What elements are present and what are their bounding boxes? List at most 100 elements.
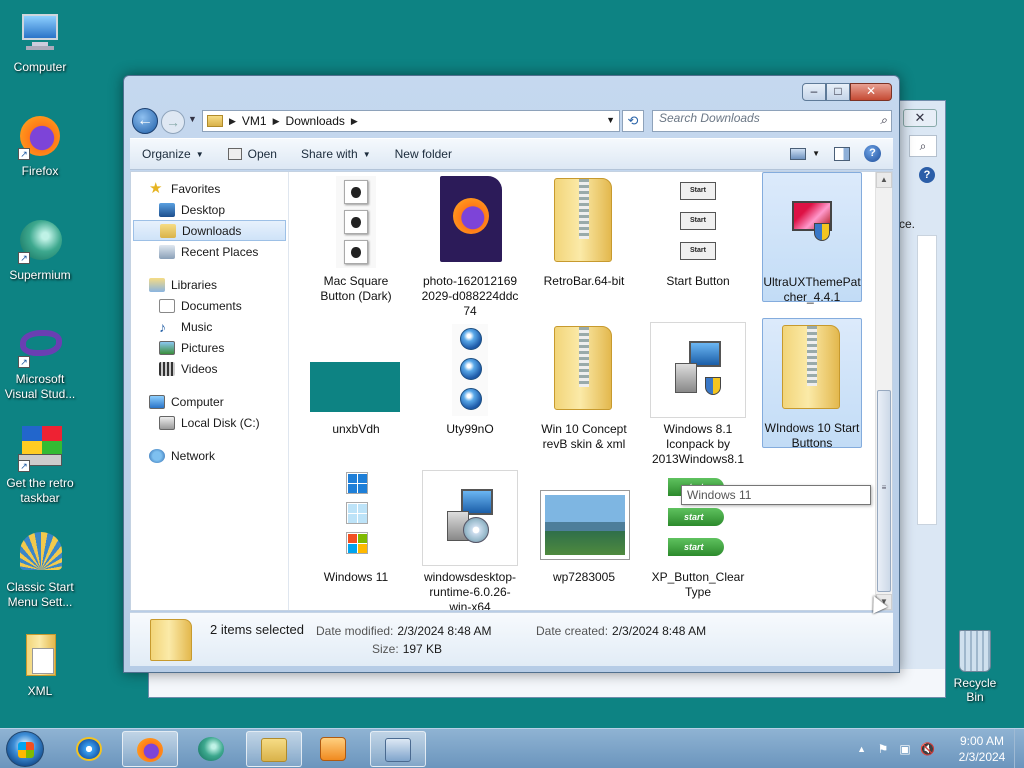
chevron-down-icon[interactable]: ▼	[606, 115, 615, 125]
mac-square-button-icon	[308, 174, 404, 270]
show-hidden-icons-button[interactable]: ▲	[857, 744, 866, 754]
internet-explorer-icon	[76, 737, 102, 761]
shortcut-arrow-icon: ↗	[18, 356, 30, 368]
taskbar-internet-explorer[interactable]	[62, 731, 118, 767]
taskbar-supermium[interactable]	[184, 731, 240, 767]
desktop-icon-xml[interactable]: XML	[0, 626, 80, 699]
file-item[interactable]: Windows 11	[306, 470, 406, 585]
desktop-icon-classic-start[interactable]: Classic Start Menu Sett...	[0, 522, 80, 610]
file-item[interactable]: RetroBar.64-bit	[534, 174, 634, 289]
desktop-icon-computer[interactable]: Computer	[0, 2, 80, 75]
new-folder-button[interactable]: New folder	[395, 147, 452, 161]
taskbar-firefox[interactable]	[122, 731, 178, 767]
computer-icon	[149, 394, 165, 409]
refresh-button[interactable]: ⟲	[622, 110, 644, 132]
nav-recent-places[interactable]: Recent Places	[131, 241, 288, 262]
file-item[interactable]: Mac Square Button (Dark)	[306, 174, 406, 304]
file-item[interactable]: windowsdesktop-runtime-6.0.26-win-x64	[420, 470, 520, 610]
network-icon[interactable]: ▣	[898, 742, 912, 756]
desktop-icon-retro-taskbar[interactable]: ↗ Get the retro taskbar	[0, 418, 80, 506]
start-button[interactable]	[6, 731, 44, 767]
file-item[interactable]: Start Start Start Start Button	[648, 174, 748, 289]
firefox-document-icon	[422, 174, 518, 270]
nav-network[interactable]: Network	[131, 445, 288, 466]
breadcrumb-vm1[interactable]: VM1	[242, 114, 267, 128]
action-center-flag-icon[interactable]: ⚑	[876, 742, 890, 756]
search-icon[interactable]: ⌕	[880, 113, 887, 128]
recycle-bin-icon	[959, 630, 991, 672]
background-scrollbar[interactable]	[917, 235, 937, 525]
open-button[interactable]: Open	[227, 147, 277, 161]
file-item[interactable]: Windows 8.1 Iconpack by 2013Windows8.1	[648, 322, 748, 467]
classic-start-icon	[16, 530, 64, 576]
command-bar: Organize ▼ Open Share with ▼ New folder ▼ …	[130, 138, 893, 170]
back-button[interactable]: ←	[132, 108, 158, 134]
recent-pages-dropdown[interactable]: ▼	[188, 114, 197, 124]
chevron-right-icon[interactable]: ▶	[351, 116, 358, 127]
forward-button[interactable]: →	[161, 110, 185, 134]
file-item[interactable]: photo-1620121692029-d088224ddc74	[420, 174, 520, 319]
scroll-up-button[interactable]: ▲	[876, 172, 892, 188]
documents-icon	[159, 298, 175, 313]
view-controls: ▼ ?	[776, 145, 881, 162]
nav-music[interactable]: ♪ Music	[131, 316, 288, 337]
taskbar-explorer[interactable]	[246, 731, 302, 767]
file-item[interactable]: unxbVdh	[306, 322, 406, 437]
star-icon: ★	[149, 179, 163, 197]
file-item[interactable]: Uty99nO	[420, 322, 520, 437]
file-list-scrollbar[interactable]: ▲ ≡ ▼	[875, 172, 892, 610]
desktop-icon-recycle-bin[interactable]: Recycle Bin	[944, 630, 1006, 704]
share-with-button[interactable]: Share with ▼	[301, 147, 371, 161]
explorer-window[interactable]: – □ ✕ ← → ▼ ▶ VM1 ▶ Downloads ▶ ▼ ⟲ Sear…	[123, 75, 900, 673]
supermium-icon: ↗	[16, 218, 64, 264]
retro-taskbar-icon: ↗	[16, 426, 64, 472]
zip-folder-icon	[536, 322, 632, 418]
organize-button[interactable]: Organize ▼	[142, 147, 204, 161]
change-view-icon[interactable]	[790, 147, 807, 160]
file-item-selected[interactable]: WIndows 10 Start Buttons	[762, 318, 862, 450]
maximize-button[interactable]: □	[826, 83, 850, 101]
help-icon[interactable]: ?	[864, 145, 881, 162]
nav-documents[interactable]: Documents	[131, 295, 288, 316]
file-item-selected[interactable]: UltraUXThemePatcher_4.4.1	[762, 172, 862, 304]
nav-downloads[interactable]: Downloads	[133, 220, 286, 241]
clock[interactable]: 9:00 AM 2/3/2024	[952, 733, 1012, 765]
nav-computer[interactable]: Computer	[131, 391, 288, 412]
nav-pictures[interactable]: Pictures	[131, 337, 288, 358]
taskbar-media-player[interactable]	[306, 731, 362, 767]
search-input[interactable]: Search Downloads ⌕	[652, 110, 892, 132]
file-item[interactable]: Win 10 Concept revB skin & xml	[534, 322, 634, 452]
shortcut-arrow-icon: ↗	[18, 148, 30, 160]
desktop-icon-supermium[interactable]: ↗ Supermium	[0, 210, 80, 283]
supermium-icon	[198, 737, 224, 761]
show-desktop-button[interactable]	[1014, 729, 1024, 768]
minimize-button[interactable]: –	[802, 83, 826, 101]
nav-favorites[interactable]: ★ Favorites	[131, 178, 288, 199]
taskbar-control-panel[interactable]	[370, 731, 426, 767]
desktop-icon-visual-studio[interactable]: ↗ Microsoft Visual Stud...	[0, 314, 80, 402]
search-icon[interactable]: ⌕	[909, 135, 937, 157]
music-icon: ♪	[159, 318, 166, 335]
nav-desktop[interactable]: Desktop	[131, 199, 288, 220]
nav-videos[interactable]: Videos	[131, 358, 288, 379]
zip-folder-icon	[764, 321, 860, 417]
file-item[interactable]: wp7283005	[534, 470, 634, 585]
breadcrumb-downloads[interactable]: Downloads	[286, 114, 345, 128]
tooltip: Windows 11	[681, 485, 871, 505]
visual-studio-icon: ↗	[16, 322, 64, 368]
address-bar[interactable]: ▶ VM1 ▶ Downloads ▶ ▼	[202, 110, 620, 132]
volume-muted-icon[interactable]: 🔇	[920, 742, 935, 756]
chevron-right-icon[interactable]: ▶	[273, 116, 280, 127]
preview-pane-icon[interactable]	[834, 146, 850, 161]
close-button[interactable]: ✕	[850, 83, 892, 101]
nav-local-disk[interactable]: Local Disk (C:)	[131, 412, 288, 433]
scroll-thumb[interactable]: ≡	[877, 390, 891, 592]
navigation-pane: ★ Favorites Desktop Downloads Recent Plac…	[131, 172, 289, 610]
desktop-icon-firefox[interactable]: ↗ Firefox	[0, 106, 80, 179]
file-list: Mac Square Button (Dark) photo-162012169…	[290, 172, 874, 610]
chevron-down-icon[interactable]: ▼	[812, 149, 820, 158]
background-close-button[interactable]: ✕	[903, 109, 937, 127]
help-icon[interactable]: ?	[919, 167, 935, 183]
chevron-right-icon[interactable]: ▶	[229, 116, 236, 127]
nav-libraries[interactable]: Libraries	[131, 274, 288, 295]
